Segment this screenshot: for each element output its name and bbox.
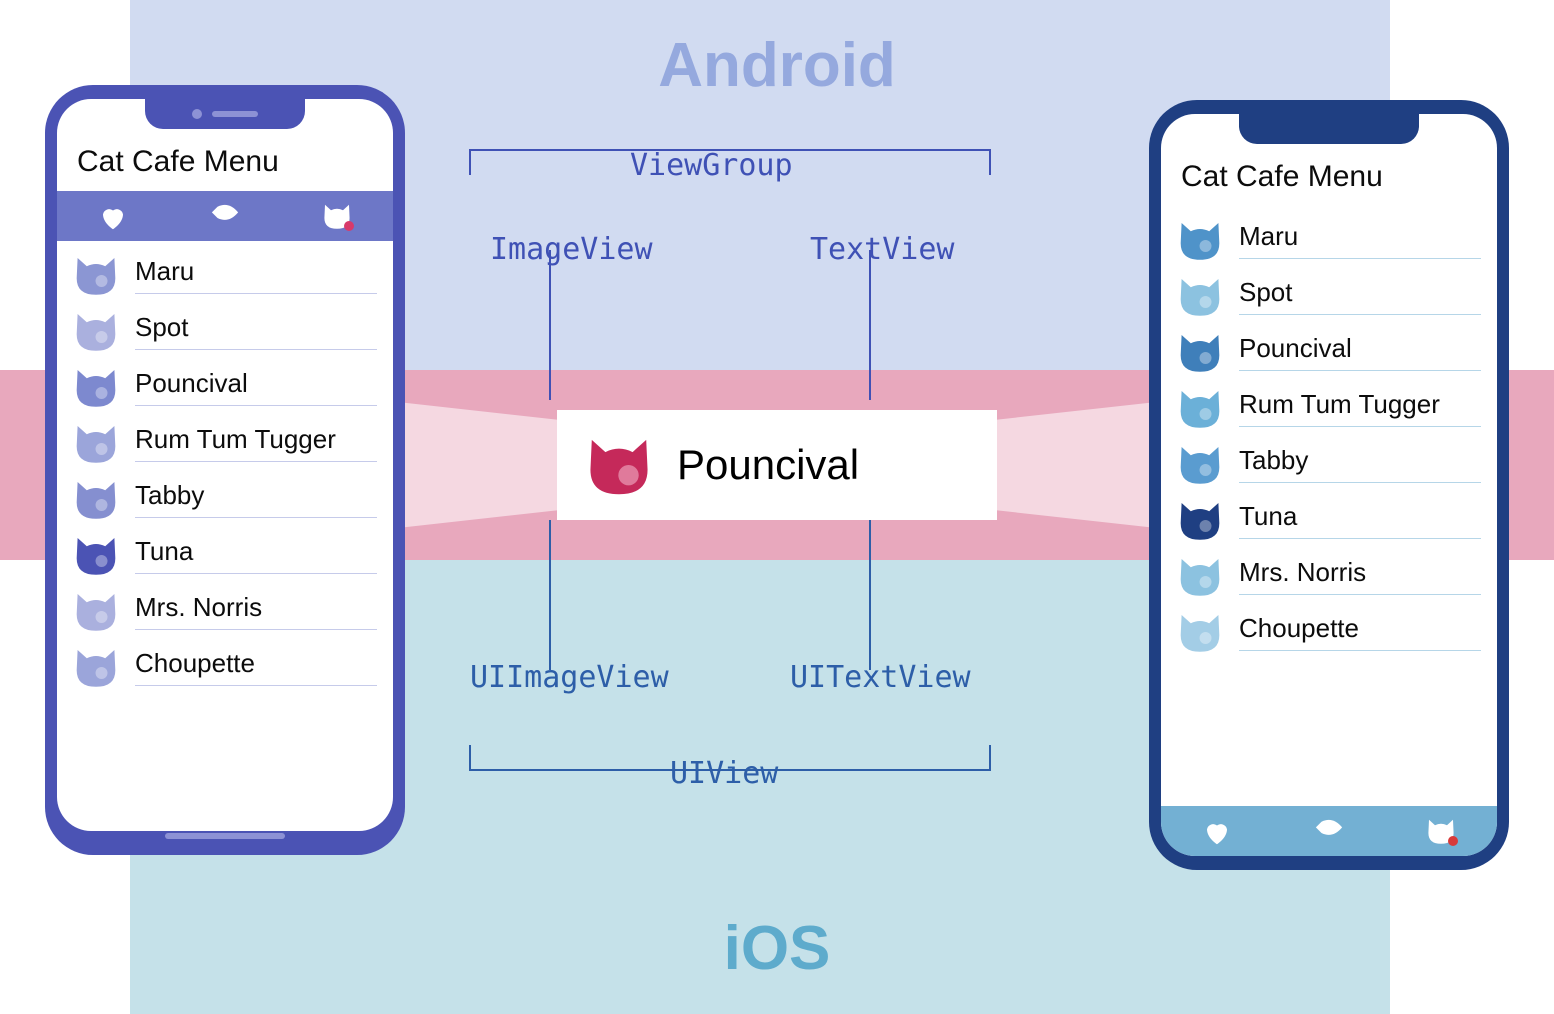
cat-name: Tabby [135, 480, 377, 518]
cat-name: Mrs. Norris [1239, 557, 1481, 595]
list-item[interactable]: Tabby [57, 471, 393, 527]
callout-name: Pouncival [677, 441, 859, 489]
android-home-indicator [165, 833, 285, 839]
list-item[interactable]: Maru [1161, 212, 1497, 268]
label-uiimageview: UIImageView [470, 660, 669, 695]
cat-icon [585, 435, 653, 495]
list-item[interactable]: Maru [57, 247, 393, 303]
android-tabbar [57, 191, 393, 241]
list-item[interactable]: Tuna [57, 527, 393, 583]
cat-icon [1177, 612, 1223, 652]
label-imageview: ImageView [490, 232, 653, 267]
list-item[interactable]: Choupette [1161, 604, 1497, 660]
android-list: Maru Spot Pouncival Rum Tum Tugger Tabby Tuna… [57, 241, 393, 831]
cat-name: Choupette [135, 648, 377, 686]
cat-icon [1177, 444, 1223, 484]
list-item[interactable]: Spot [1161, 268, 1497, 324]
heart-icon[interactable] [1202, 818, 1232, 844]
cat-icon [1177, 500, 1223, 540]
cat-icon [73, 423, 119, 463]
beam-left [380, 380, 570, 550]
cat-icon [73, 591, 119, 631]
list-item[interactable]: Tuna [1161, 492, 1497, 548]
label-uitextview: UITextView [790, 660, 971, 695]
cat-icon[interactable] [1426, 818, 1456, 844]
cat-name: Rum Tum Tugger [135, 424, 377, 462]
label-textview: TextView [810, 232, 955, 267]
cat-name: Choupette [1239, 613, 1481, 651]
cat-name: Spot [135, 312, 377, 350]
cat-icon [73, 647, 119, 687]
cat-name: Pouncival [135, 368, 377, 406]
list-item[interactable]: Pouncival [57, 359, 393, 415]
android-phone: Cat Cafe Menu MaruSpotPouncivalRum Tum T… [45, 85, 405, 855]
ios-phone: Cat Cafe Menu MaruSpotPouncivalRum Tum T… [1149, 100, 1509, 870]
label-viewgroup: ViewGroup [630, 148, 793, 183]
beam-right [984, 380, 1174, 550]
list-item[interactable]: Rum Tum Tugger [57, 415, 393, 471]
cat-icon [73, 535, 119, 575]
android-screen: Cat Cafe Menu MaruSpotPouncivalRum Tum T… [57, 99, 393, 831]
cat-name: Rum Tum Tugger [1239, 389, 1481, 427]
ios-list: Maru Spot Pouncival Rum Tum Tugger Tabby Tuna… [1161, 206, 1497, 806]
cat-name: Maru [135, 256, 377, 294]
list-item[interactable]: Rum Tum Tugger [1161, 380, 1497, 436]
cat-name: Tuna [1239, 501, 1481, 539]
cat-icon [1177, 332, 1223, 372]
cat-icon [73, 367, 119, 407]
list-item[interactable]: Tabby [1161, 436, 1497, 492]
cat-icon [73, 479, 119, 519]
callout-widget: Pouncival [557, 410, 997, 520]
cat-icon [1177, 276, 1223, 316]
cat-name: Mrs. Norris [135, 592, 377, 630]
cat-name: Maru [1239, 221, 1481, 259]
list-item[interactable]: Mrs. Norris [57, 583, 393, 639]
heart-icon[interactable] [98, 203, 128, 229]
list-item[interactable]: Spot [57, 303, 393, 359]
cat-name: Tuna [135, 536, 377, 574]
list-item[interactable]: Choupette [57, 639, 393, 695]
label-uiview: UIView [670, 756, 778, 791]
ios-notch [1239, 114, 1419, 144]
cat-icon [1177, 556, 1223, 596]
ios-label: iOS [724, 913, 831, 984]
cat-name: Spot [1239, 277, 1481, 315]
cat-icon [73, 311, 119, 351]
cat-name: Tabby [1239, 445, 1481, 483]
cat-icon[interactable] [322, 203, 352, 229]
android-notch [145, 99, 305, 129]
android-label: Android [658, 30, 896, 101]
list-item[interactable]: Pouncival [1161, 324, 1497, 380]
ios-screen: Cat Cafe Menu MaruSpotPouncivalRum Tum T… [1161, 114, 1497, 856]
fish-icon[interactable] [210, 203, 240, 229]
fish-icon[interactable] [1314, 818, 1344, 844]
cat-icon [73, 255, 119, 295]
list-item[interactable]: Mrs. Norris [1161, 548, 1497, 604]
cat-name: Pouncival [1239, 333, 1481, 371]
cat-icon [1177, 388, 1223, 428]
ios-tabbar [1161, 806, 1497, 856]
cat-icon [1177, 220, 1223, 260]
